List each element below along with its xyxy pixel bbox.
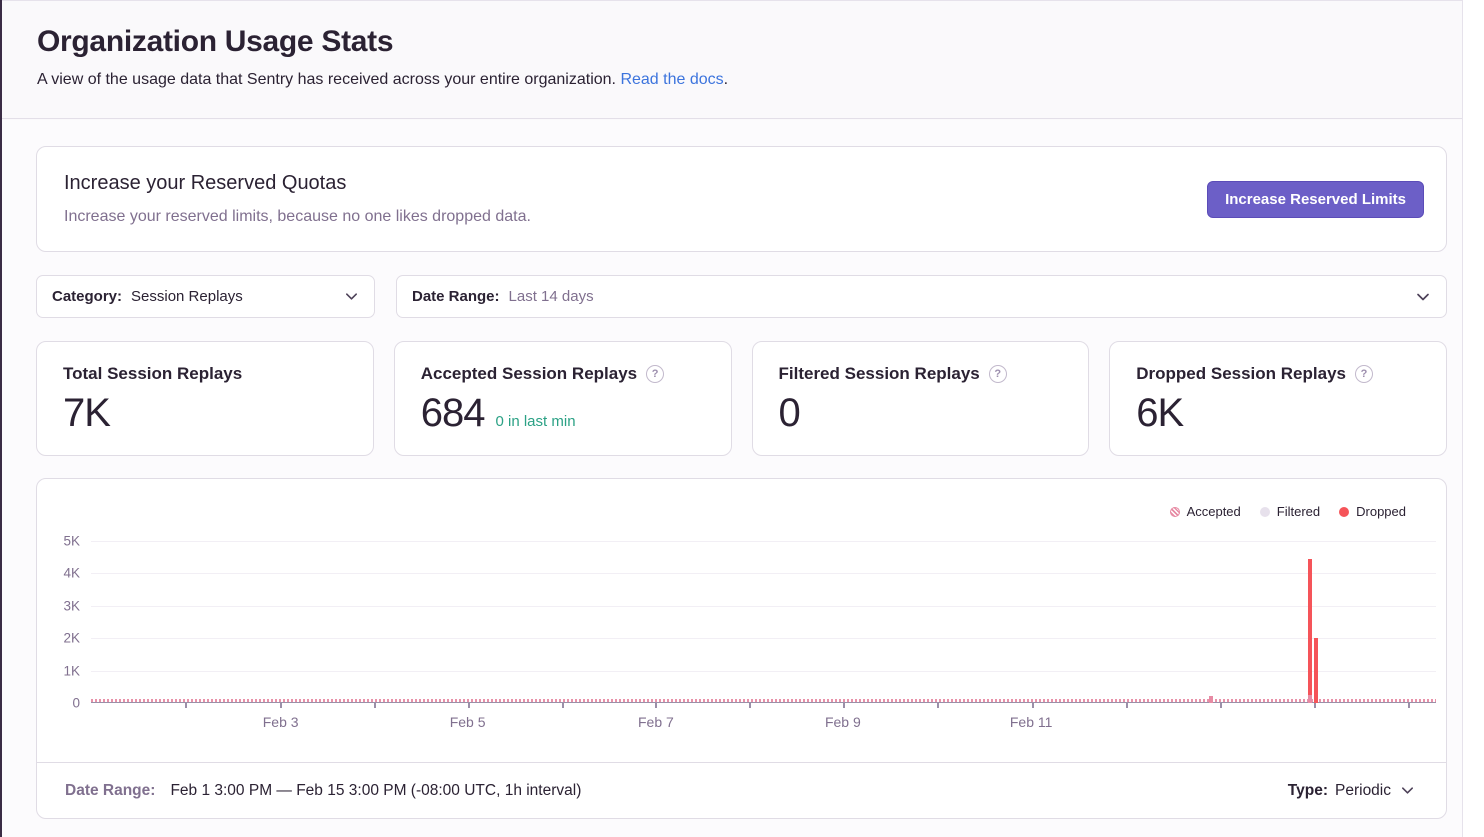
accepted-baseline-strip [91,699,1436,702]
type-label: Type: [1288,782,1328,800]
category-select[interactable]: Category: Session Replays [36,275,375,318]
stat-card-title: Total Session Replays [63,364,242,384]
x-axis-tick [374,703,376,708]
type-value: Periodic [1335,782,1391,800]
category-label: Category: [52,288,122,305]
x-axis-tick [280,703,282,708]
gridline [91,671,1436,672]
chart-footer: Date Range: Feb 1 3:00 PM — Feb 15 3:00 … [37,762,1446,818]
quota-description: Increase your reserved limits, because n… [64,208,531,226]
x-axis-tick [937,703,939,708]
x-axis-tick [749,703,751,708]
y-axis-tick-label: 4K [63,566,80,581]
filter-bar: Category: Session Replays Date Range: La… [36,275,1447,318]
legend-label: Accepted [1187,504,1241,519]
footer-date-range-value: Feb 1 3:00 PM — Feb 15 3:00 PM (-08:00 U… [170,782,581,800]
subtitle-text: A view of the usage data that Sentry has… [37,71,620,88]
usage-chart-panel: Accepted Filtered Dropped 0 1K 2K 3K 4K 5K Feb 3… [36,478,1447,819]
x-axis-tick-label: Feb 9 [825,714,861,730]
chevron-down-icon [1400,783,1415,798]
help-icon[interactable]: ? [646,365,664,383]
page-subtitle: A view of the usage data that Sentry has… [37,71,1427,89]
x-axis-tick-label: Feb 7 [638,714,674,730]
legend-label: Filtered [1277,504,1320,519]
chart-bar-dropped[interactable] [1314,638,1318,703]
y-axis-tick-label: 0 [72,696,80,711]
gridline [91,638,1436,639]
subtitle-period: . [724,71,728,88]
stat-card-value: 0 [779,391,800,436]
date-range-label: Date Range: [412,288,500,305]
stat-card-dropped: Dropped Session Replays? 6K [1109,341,1447,456]
x-axis-tick-label: Feb 11 [1010,714,1053,730]
legend-item-dropped[interactable]: Dropped [1339,504,1406,519]
y-axis-tick-label: 2K [63,631,80,646]
legend-item-filtered[interactable]: Filtered [1260,504,1320,519]
chart-bar-accepted[interactable] [1308,695,1312,703]
x-axis-line [91,702,1436,703]
legend-item-accepted[interactable]: Accepted [1170,504,1241,519]
right-edge-divider [1462,0,1463,837]
chevron-down-icon [344,289,359,304]
x-axis-tick [1220,703,1222,708]
quota-text: Increase your Reserved Quotas Increase y… [64,172,531,226]
x-axis-tick [1408,703,1410,708]
increase-reserved-limits-button[interactable]: Increase Reserved Limits [1207,181,1424,218]
x-axis-tick [655,703,657,708]
chart-legend: Accepted Filtered Dropped [37,479,1446,519]
x-axis-tick [468,703,470,708]
gridline [91,606,1436,607]
x-axis-tick [1032,703,1034,708]
sidebar-edge-divider [0,0,2,837]
stat-card-total: Total Session Replays 7K [36,341,374,456]
chart-plot-area: 0 1K 2K 3K 4K 5K Feb 3 Feb 5 Feb 7 Feb 9 Feb 11 [37,519,1446,762]
x-axis-tick [843,703,845,708]
legend-dot-icon [1170,507,1180,517]
x-axis-tick-label: Feb 3 [263,714,299,730]
date-range-select[interactable]: Date Range: Last 14 days [396,275,1447,318]
right-gutter [1463,0,1484,837]
y-axis-tick-label: 5K [63,534,80,549]
stat-card-accepted: Accepted Session Replays? 684 0 in last mi… [394,341,732,456]
stat-card-filtered: Filtered Session Replays? 0 [752,341,1090,456]
stat-card-value: 6K [1136,391,1183,436]
legend-label: Dropped [1356,504,1406,519]
date-range-value: Last 14 days [509,288,594,305]
y-axis-tick-label: 1K [63,663,80,678]
y-axis-tick-label: 3K [63,598,80,613]
stat-card-title: Filtered Session Replays [779,364,980,384]
help-icon[interactable]: ? [989,365,1007,383]
read-docs-link[interactable]: Read the docs [620,71,723,88]
type-select[interactable]: Type: Periodic [1288,782,1415,800]
x-axis-tick [1314,703,1316,708]
quota-title: Increase your Reserved Quotas [64,172,531,195]
x-axis-tick-label: Feb 5 [450,714,486,730]
legend-dot-icon [1260,507,1270,517]
chevron-down-icon [1415,289,1431,305]
chart-plot: 01K2K3K4K5KFeb 3Feb 5Feb 7Feb 9Feb 11 [91,541,1436,703]
x-axis-tick [562,703,564,708]
legend-dot-icon [1339,507,1349,517]
stat-card-value: 7K [63,391,110,436]
category-value: Session Replays [131,288,243,305]
chart-bar-accepted[interactable] [1209,696,1213,703]
x-axis-tick [185,703,187,708]
stat-card-subvalue: 0 in last min [496,413,576,430]
page-title: Organization Usage Stats [37,25,1427,59]
gridline [91,573,1436,574]
stat-cards-row: Total Session Replays 7K Accepted Session … [36,341,1447,456]
usage-stats-content: Increase your Reserved Quotas Increase y… [2,120,1462,837]
gridline [91,541,1436,542]
footer-date-range-label: Date Range: [65,782,155,800]
help-icon[interactable]: ? [1355,365,1373,383]
quota-banner: Increase your Reserved Quotas Increase y… [36,146,1447,252]
chart-bar-dropped[interactable] [1308,559,1312,695]
x-axis-tick [1126,703,1128,708]
page-header: Organization Usage Stats A view of the u… [2,0,1462,119]
stat-card-title: Dropped Session Replays [1136,364,1346,384]
stat-card-title: Accepted Session Replays [421,364,637,384]
stat-card-value: 684 [421,391,485,436]
